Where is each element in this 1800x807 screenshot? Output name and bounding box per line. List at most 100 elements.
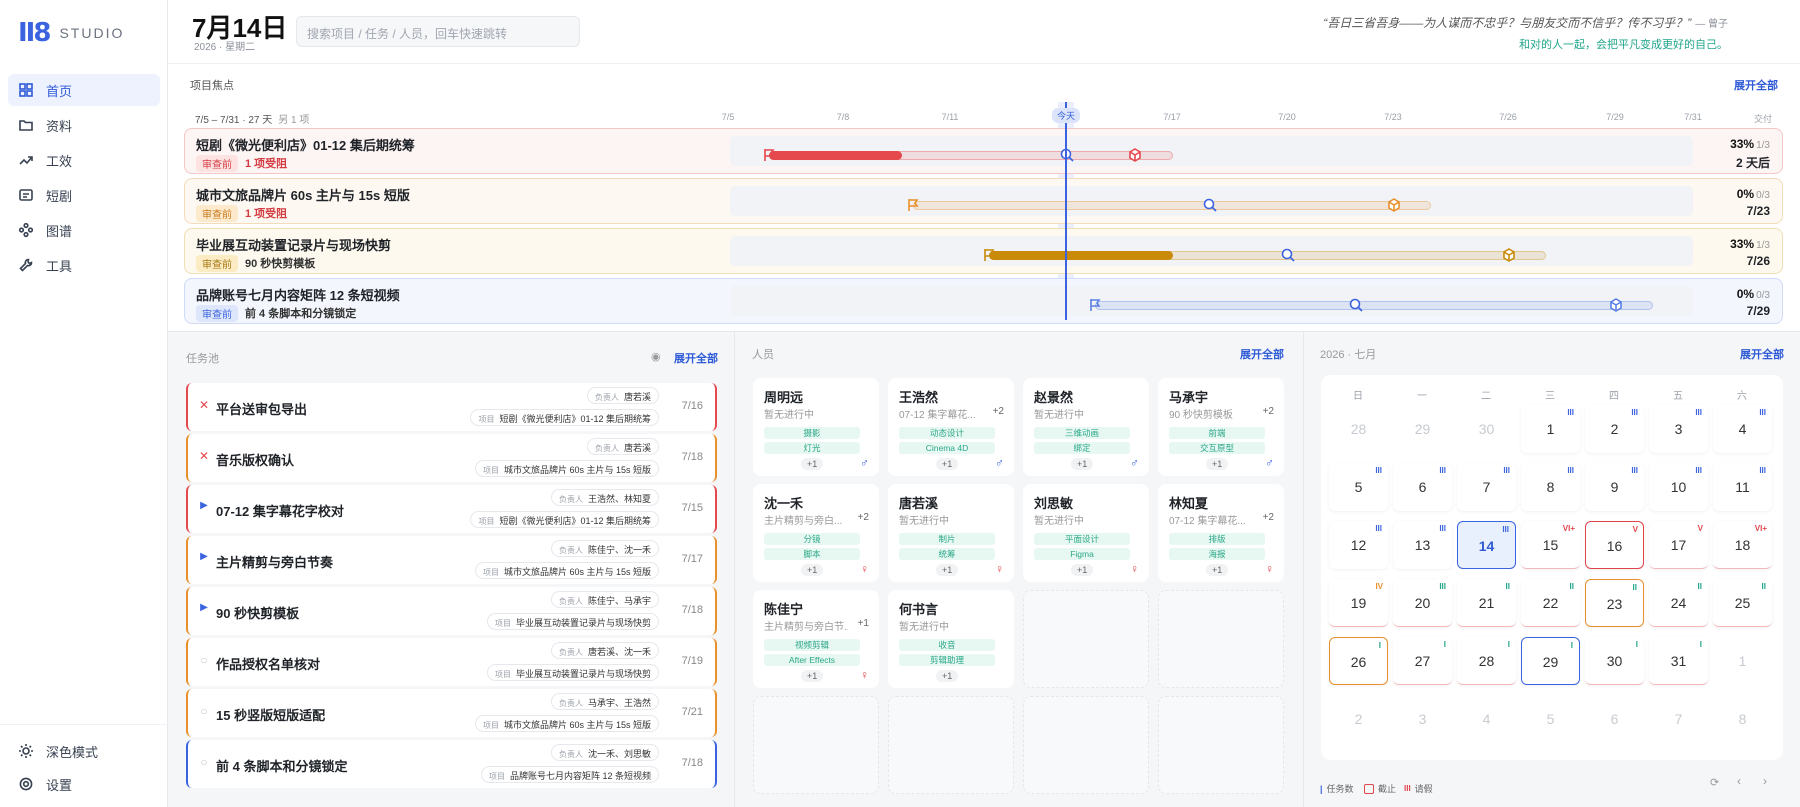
calendar-day[interactable]: 28 I (1457, 637, 1516, 685)
person-card[interactable]: 马承宇 90 秒快剪模板 +2 前端 交互原型 +1 ♂ (1158, 378, 1284, 476)
calendar-day[interactable]: 23 II (1585, 579, 1644, 627)
calendar-day[interactable]: 30 I (1585, 637, 1644, 685)
nav-item-tools[interactable]: 工具 (8, 249, 160, 281)
calendar-day[interactable]: 31 I (1649, 637, 1708, 685)
calendar-day[interactable]: 6 III (1393, 463, 1452, 511)
calendar-day[interactable]: 2 III (1585, 405, 1644, 453)
nav-item-efficiency[interactable]: 工效 (8, 144, 160, 176)
flag-icon[interactable] (761, 147, 777, 163)
deliver-box-icon[interactable] (1608, 297, 1624, 313)
calendar-day[interactable]: 8 III (1521, 463, 1580, 511)
calendar-day[interactable]: 1 (1713, 637, 1772, 685)
flag-icon[interactable] (1087, 297, 1103, 313)
person-card[interactable]: 刘思敏 暂无进行中 平面设计 Figma +1 ♀ (1023, 484, 1149, 582)
task-item[interactable]: ○ 15 秒竖版短版适配 负责人 马承宇、王浩然 项目 城市文旅品牌片 60s 主片与 1… (186, 689, 717, 737)
calendar-day[interactable]: 21 II (1457, 579, 1516, 627)
prev-month-button[interactable]: ‹ (1737, 774, 1741, 788)
task-status-icon[interactable]: ✕ (198, 449, 210, 463)
calendar-day[interactable]: 9 III (1585, 463, 1644, 511)
deliver-box-icon[interactable] (1127, 147, 1143, 163)
task-item[interactable]: ✕ 平台送审包导出 负责人 唐若溪 项目 短剧《微光便利店》01-12 集后期统筹 7/16 (186, 383, 717, 431)
review-icon[interactable] (1348, 297, 1364, 313)
search-input[interactable]: 搜索项目 / 任务 / 人员，回车快速跳转 (296, 16, 580, 47)
calendar-day[interactable]: 4 (1457, 695, 1516, 743)
deliver-box-icon[interactable] (1386, 197, 1402, 213)
calendar-day[interactable]: 27 I (1393, 637, 1452, 685)
calendar-day[interactable]: 28 (1329, 405, 1388, 453)
deliver-box-icon[interactable] (1501, 247, 1517, 263)
calendar-day[interactable]: 2 (1329, 695, 1388, 743)
task-item[interactable]: ▶ 90 秒快剪模板 负责人 陈佳宁、马承宇 项目 毕业展互动装置记录片与现场快剪 7/18 (186, 587, 717, 635)
task-status-icon[interactable]: ○ (198, 755, 210, 769)
person-card[interactable]: 陈佳宁 主片精剪与旁白节... +1 视频剪辑 After Effects +1 ♀ (753, 590, 879, 688)
projects-expand-button[interactable]: 展开全部 (1734, 77, 1778, 93)
calendar-day[interactable]: 29 I (1521, 637, 1580, 685)
nav-item-materials[interactable]: 资料 (8, 109, 160, 141)
calendar-day[interactable]: 30 (1457, 405, 1516, 453)
more-tags[interactable]: +1 (1206, 458, 1229, 470)
more-tags[interactable]: +1 (936, 564, 959, 576)
calendar-day[interactable]: 11 III (1713, 463, 1772, 511)
refresh-icon[interactable]: ⟳ (1710, 776, 1719, 789)
calendar-day[interactable]: 24 II (1649, 579, 1708, 627)
more-tags[interactable]: +1 (936, 670, 959, 682)
calendar-day[interactable]: 14 III (1457, 521, 1516, 569)
calendar-day[interactable]: 16 V (1585, 521, 1644, 569)
task-status-icon[interactable]: ▶ (198, 602, 210, 613)
calendar-day[interactable]: 19 IV (1329, 579, 1388, 627)
project-row[interactable]: 品牌账号七月内容矩阵 12 条短视频 审查前前 4 条脚本和分镜锁定 0% 0/3 7/… (184, 278, 1783, 324)
calendar-day[interactable]: 5 III (1329, 463, 1388, 511)
calendar-day[interactable]: 12 III (1329, 521, 1388, 569)
more-tags[interactable]: +1 (1206, 564, 1229, 576)
task-status-icon[interactable]: ▶ (198, 551, 210, 562)
calendar-day[interactable]: 5 (1521, 695, 1580, 743)
task-item[interactable]: ○ 前 4 条脚本和分镜锁定 负责人 沈一禾、刘思敏 项目 品牌账号七月内容矩阵 12 条… (186, 740, 717, 788)
calendar-day[interactable]: 4 III (1713, 405, 1772, 453)
calendar-day[interactable]: 13 III (1393, 521, 1452, 569)
task-status-icon[interactable]: ○ (198, 653, 210, 667)
dark-mode-toggle[interactable]: 深色模式 (8, 736, 160, 766)
calendar-day[interactable]: 8 (1713, 695, 1772, 743)
calendar-day[interactable]: 18 VI+ (1713, 521, 1772, 569)
project-row[interactable]: 毕业展互动装置记录片与现场快剪 审查前 90 秒快剪模板 33% 1/3 7/26 (184, 228, 1783, 274)
calendar-day[interactable]: 6 (1585, 695, 1644, 743)
task-item[interactable]: ▶ 07-12 集字幕花字校对 负责人 王浩然、林知夏 项目 短剧《微光便利店》01-12… (186, 485, 717, 533)
next-month-button[interactable]: › (1763, 774, 1767, 788)
more-tags[interactable]: +1 (801, 564, 824, 576)
calendar-day[interactable]: 29 (1393, 405, 1452, 453)
task-item[interactable]: ✕ 音乐版权确认 负责人 唐若溪 项目 城市文旅品牌片 60s 主片与 15s 短版 7/1… (186, 434, 717, 482)
task-item[interactable]: ○ 作品授权名单核对 负责人 唐若溪、沈一禾 项目 毕业展互动装置记录片与现场快剪 7/19 (186, 638, 717, 686)
review-icon[interactable] (1202, 197, 1218, 213)
task-status-icon[interactable]: ▶ (198, 500, 210, 511)
tasks-expand-button[interactable]: 展开全部 (674, 350, 718, 366)
nav-item-drama[interactable]: 短剧 (8, 179, 160, 211)
person-card[interactable]: 何书言 暂无进行中 收音 剪辑助理 +1 (888, 590, 1014, 688)
calendar-day[interactable]: 7 III (1457, 463, 1516, 511)
nav-item-graph[interactable]: 图谱 (8, 214, 160, 246)
calendar-day[interactable]: 25 II (1713, 579, 1772, 627)
calendar-day[interactable]: 22 II (1521, 579, 1580, 627)
task-item[interactable]: ▶ 主片精剪与旁白节奏 负责人 陈佳宁、沈一禾 项目 城市文旅品牌片 60s 主片与 15… (186, 536, 717, 584)
task-status-icon[interactable]: ○ (198, 704, 210, 718)
project-row[interactable]: 城市文旅品牌片 60s 主片与 15s 短版 审查前 1 项受阻 0% 0/3 7/23 (184, 178, 1783, 224)
review-icon[interactable] (1280, 247, 1296, 263)
eye-icon[interactable]: ◉ (651, 350, 661, 363)
project-row[interactable]: 短剧《微光便利店》01-12 集后期统筹 审查前 1 项受阻 33% 1/3 2 天后 (184, 128, 1783, 174)
calendar-day[interactable]: 26 I (1329, 637, 1388, 685)
nav-item-home[interactable]: 首页 (8, 74, 160, 106)
more-tags[interactable]: +1 (1071, 458, 1094, 470)
calendar-expand-button[interactable]: 展开全部 (1740, 346, 1784, 362)
calendar-day[interactable]: 1 III (1521, 405, 1580, 453)
person-card[interactable]: 唐若溪 暂无进行中 制片 统筹 +1 ♀ (888, 484, 1014, 582)
calendar-day[interactable]: 17 V (1649, 521, 1708, 569)
calendar-day[interactable]: 3 III (1649, 405, 1708, 453)
calendar-day[interactable]: 7 (1649, 695, 1708, 743)
more-tags[interactable]: +1 (801, 670, 824, 682)
calendar-day[interactable]: 15 VI+ (1521, 521, 1580, 569)
calendar-day[interactable]: 20 III (1393, 579, 1452, 627)
flag-icon[interactable] (905, 197, 921, 213)
person-card[interactable]: 林知夏 07-12 集字幕花... +2 排版 海报 +1 ♀ (1158, 484, 1284, 582)
task-status-icon[interactable]: ✕ (198, 398, 210, 412)
logo[interactable]: II8 STUDIO (18, 18, 124, 48)
more-tags[interactable]: +1 (936, 458, 959, 470)
